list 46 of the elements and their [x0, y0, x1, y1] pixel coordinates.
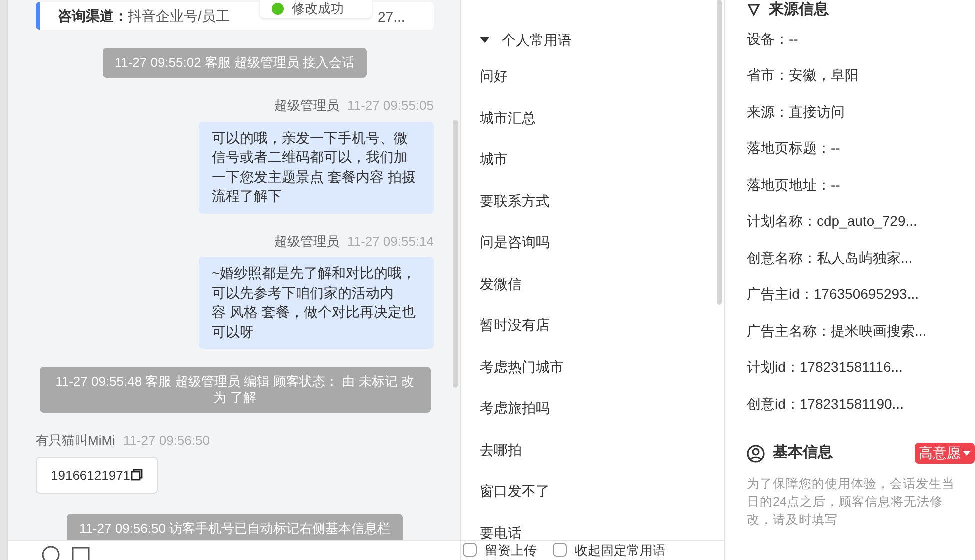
- info-field: 落地页标题：--: [747, 130, 967, 167]
- info-field: 来源：直接访问: [747, 94, 967, 130]
- message-bubble: ~婚纱照都是先了解和对比的哦，可以先参考下咱们家的活动内容 风格 套餐，做个对比再决定也可以呀: [199, 257, 434, 349]
- phrase-item[interactable]: 窗口发不了: [480, 471, 724, 512]
- system-message: 11-27 09:55:48 客服 超级管理员 编辑 顾客状态： 由 未标记 改为 了解: [40, 367, 430, 413]
- notice-text: 为了保障您的使用体验，会话发生当日的24点之后，顾客信息将无法修改，请及时填写: [747, 476, 956, 528]
- info-field: 设备：--: [747, 21, 967, 58]
- phrase-item[interactable]: 考虑热门城市: [480, 346, 724, 388]
- info-field: 计划名称：cdp_auto_729...: [747, 204, 967, 240]
- system-message: 11-27 09:56:50 访客手机号已自动标记右侧基本信息栏: [67, 514, 403, 540]
- info-field: 创意id：178231581190...: [747, 386, 967, 422]
- sender-name: 超级管理员: [274, 232, 340, 250]
- message-time: 11-27 09:56:50: [123, 432, 210, 450]
- info-field: 省市：安徽，阜阳: [747, 58, 967, 94]
- channel-label: 咨询渠道：: [58, 6, 128, 26]
- phrase-item[interactable]: 要电话: [480, 512, 724, 540]
- message-time: 11-27 09:55:14: [348, 232, 434, 250]
- channel-value: 27...: [378, 8, 406, 27]
- info-field: 广告主名称：提米映画搜索...: [747, 313, 967, 350]
- system-message: 11-27 09:55:02 客服 超级管理员 接入会话: [102, 48, 368, 78]
- info-field: 计划id：178231581116...: [747, 350, 967, 386]
- checkbox-option[interactable]: 收起固定常用语: [553, 540, 666, 560]
- section-title: 基本信息: [773, 443, 833, 464]
- message-time: 11-27 09:55:05: [348, 97, 434, 115]
- phrase-item[interactable]: 问好: [480, 56, 724, 98]
- checkbox-option[interactable]: 留资上传: [463, 540, 537, 560]
- phrase-group-header[interactable]: 个人常用语: [480, 28, 724, 52]
- toast-text: 修改成功: [292, 0, 344, 18]
- phrase-item[interactable]: 发微信: [480, 264, 724, 305]
- info-field: 创意名称：私人岛屿独家...: [747, 240, 967, 276]
- phrase-item[interactable]: 暂时没有店: [480, 305, 724, 346]
- phrase-item[interactable]: 去哪拍: [480, 430, 724, 471]
- info-field: 广告主id：176350695293...: [747, 276, 967, 313]
- section-header: 来源信息: [747, 1, 967, 19]
- sender-name: 有只猫叫MiMi: [36, 432, 116, 450]
- phrase-item[interactable]: 要联系方式: [480, 180, 724, 222]
- sender-name: 超级管理员: [274, 97, 340, 115]
- channel-value: 抖音企业号/员工: [128, 6, 230, 26]
- info-field: 落地页地址：--: [747, 167, 967, 204]
- phone-number: 19166121971: [51, 466, 131, 484]
- message-bubble: 可以的哦，亲发一下手机号、微信号或者二维码都可以，我们加一下您发主题景点 套餐内容 拍摄流程了解下: [199, 122, 434, 214]
- phrase-item[interactable]: 考虑旅拍吗: [480, 388, 724, 430]
- phrase-item[interactable]: 城市: [480, 139, 724, 180]
- intent-tag[interactable]: 高意愿: [915, 443, 975, 464]
- phrase-item[interactable]: 城市汇总: [480, 98, 724, 139]
- phrase-item[interactable]: 问是咨询吗: [480, 222, 724, 264]
